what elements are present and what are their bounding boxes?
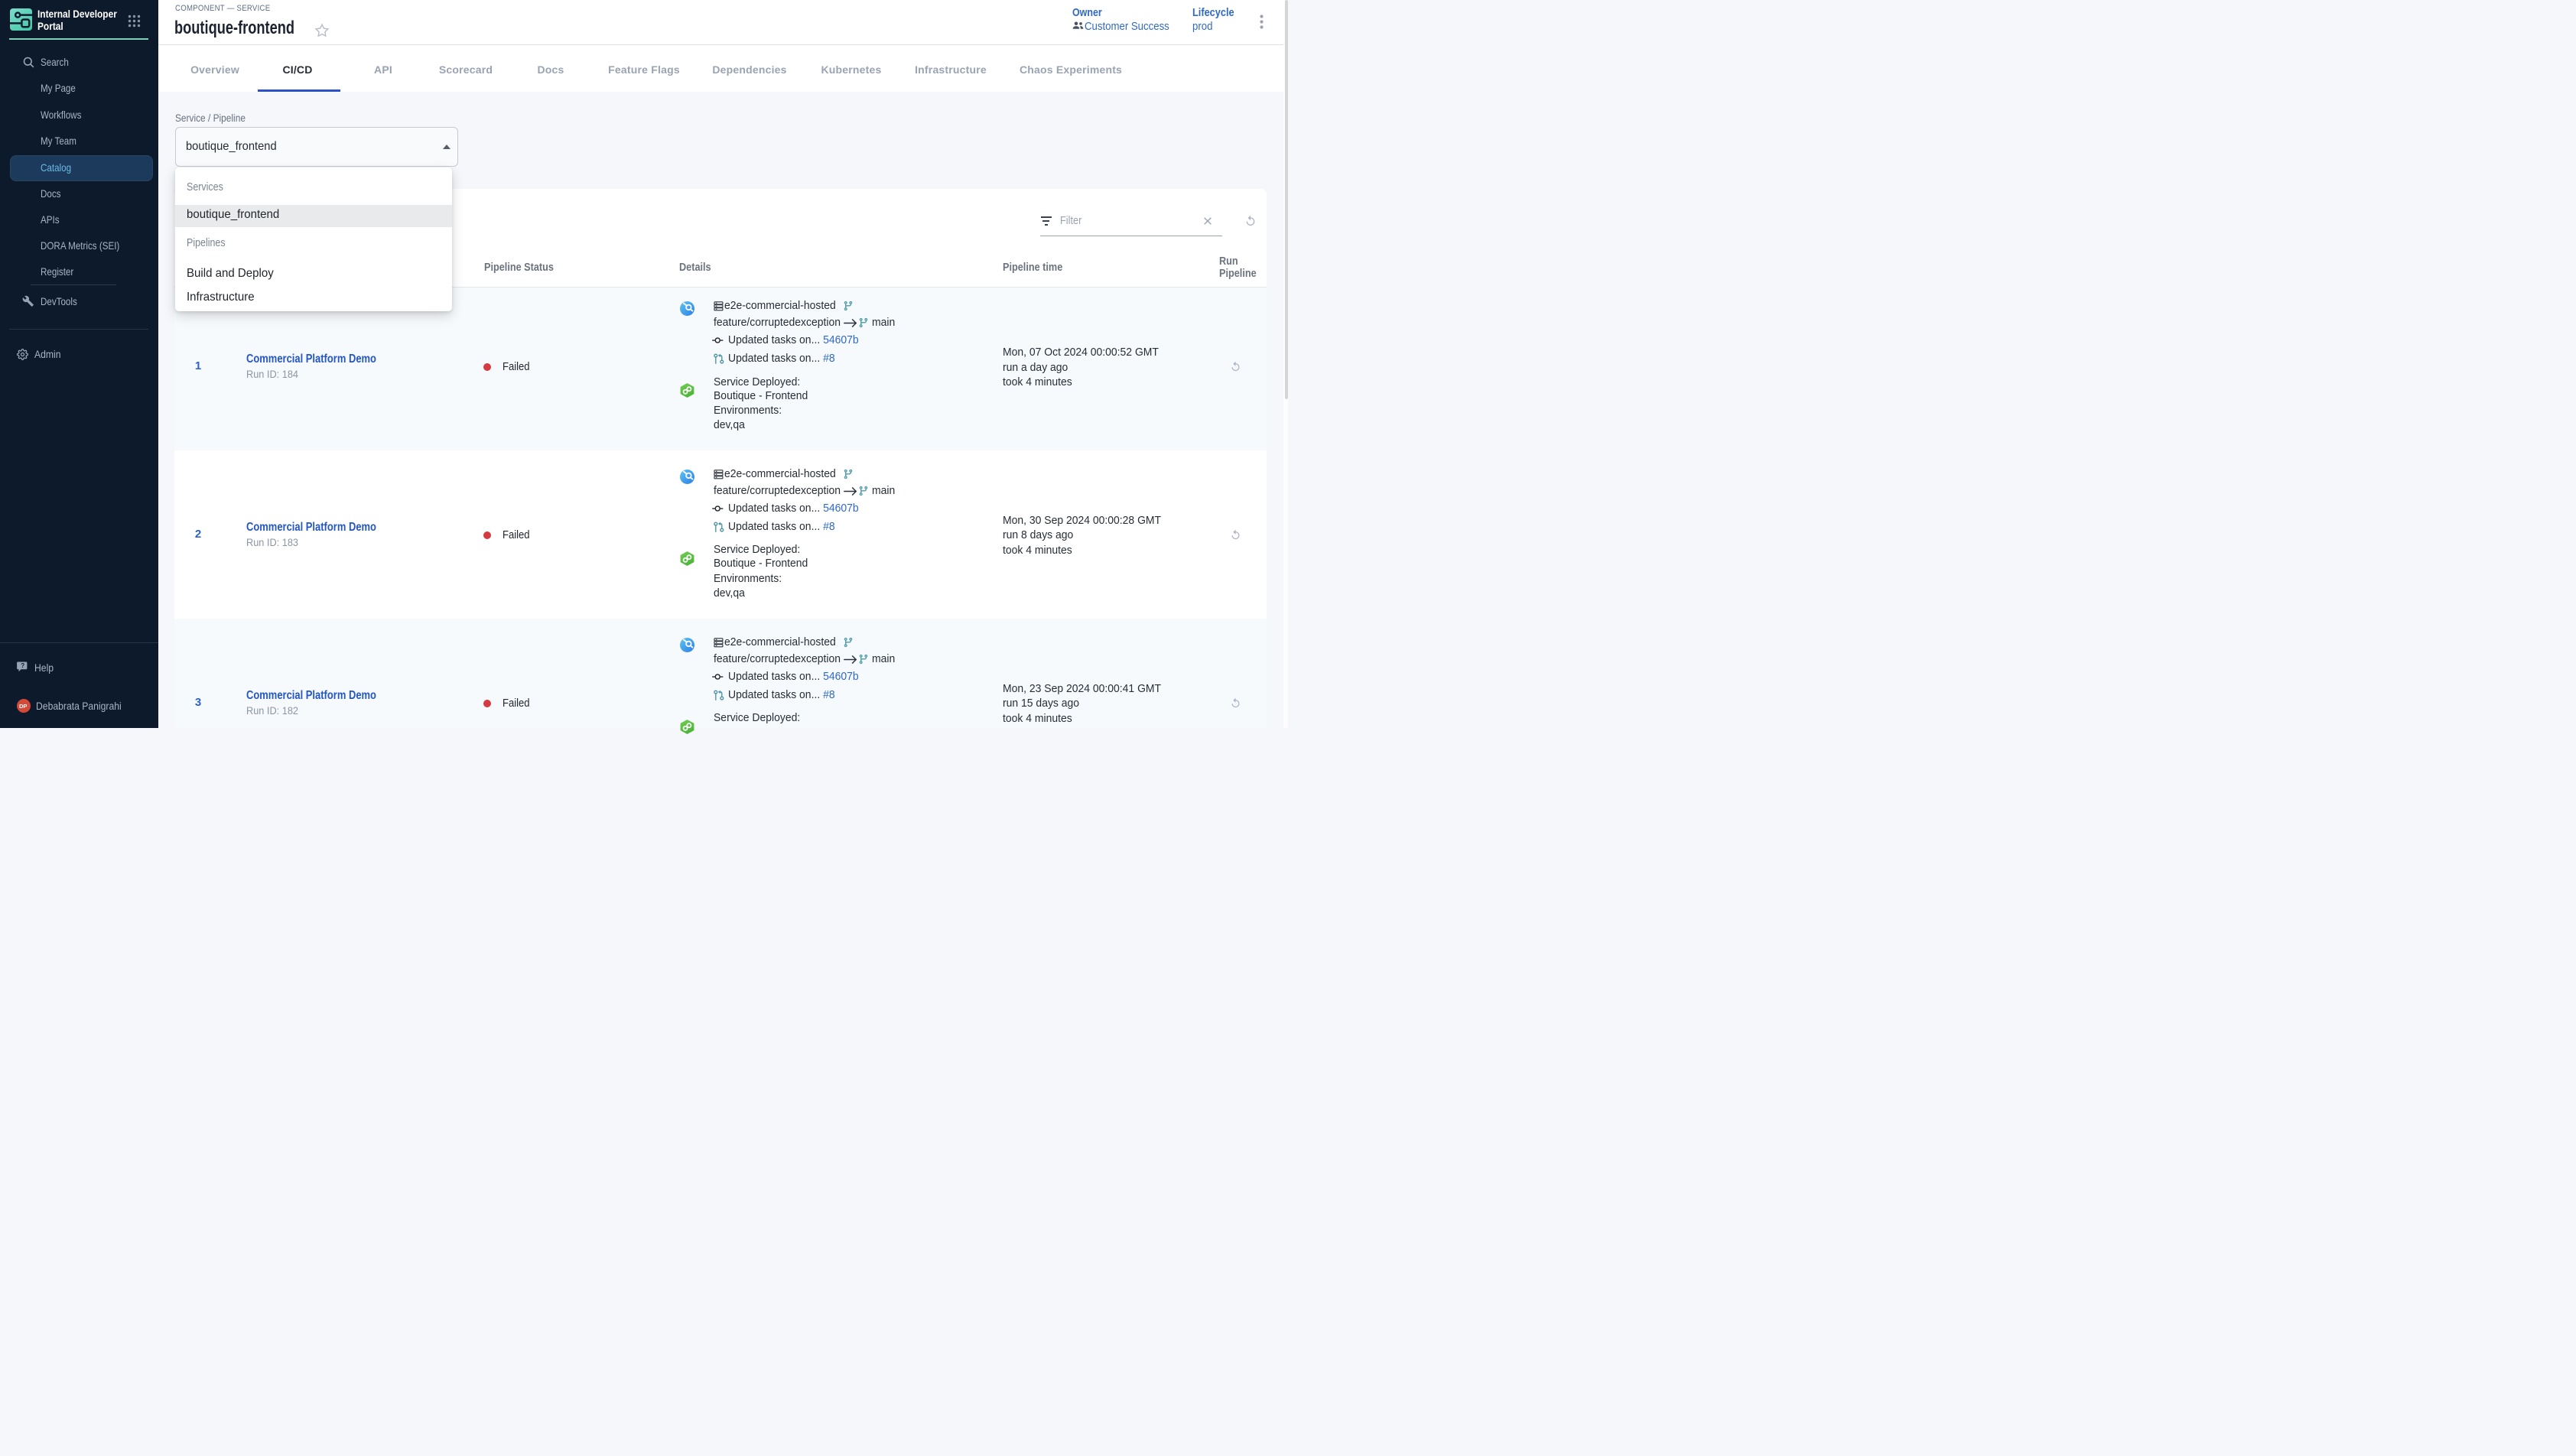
- svg-text:?: ?: [21, 662, 24, 669]
